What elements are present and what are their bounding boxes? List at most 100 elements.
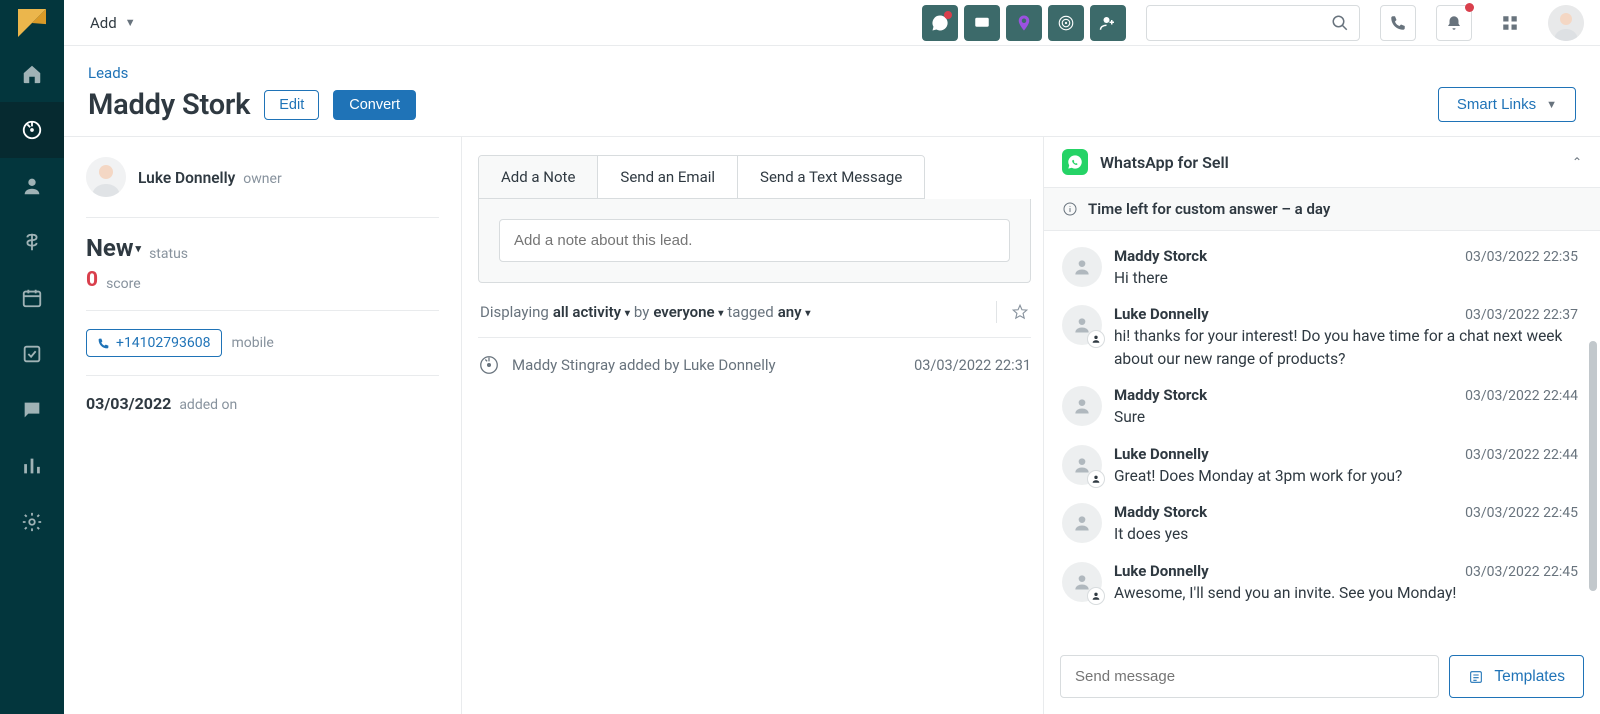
- integration-icons: [922, 5, 1126, 41]
- convert-button[interactable]: Convert: [333, 90, 416, 120]
- owner-avatar: [86, 157, 126, 197]
- message-avatar: [1062, 386, 1102, 426]
- phone-label: mobile: [232, 335, 274, 351]
- target-app-icon[interactable]: [1048, 5, 1084, 41]
- caret-down-icon: ▾: [136, 242, 142, 255]
- activity-filter: Displaying all activity ▾ by everyone ▾ …: [478, 283, 1031, 338]
- note-input[interactable]: [499, 219, 1010, 262]
- search-input[interactable]: [1146, 5, 1360, 41]
- search-icon: [1331, 14, 1349, 32]
- added-label: added on: [179, 397, 237, 413]
- tab-send-sms[interactable]: Send a Text Message: [738, 156, 924, 198]
- activity-row: Maddy Stingray added by Luke Donnelly 03…: [478, 338, 1031, 392]
- compose-tabs: Add a Note Send an Email Send a Text Mes…: [478, 155, 925, 199]
- scrollbar-thumb[interactable]: [1589, 341, 1597, 591]
- chat-message: Luke Donnelly 03/03/2022 22:45 Awesome, I'…: [1044, 554, 1600, 612]
- details-panel: Luke Donnelly owner New▾ status 0 score …: [64, 137, 462, 714]
- add-user-app-icon[interactable]: [1090, 5, 1126, 41]
- templates-button[interactable]: Templates: [1449, 655, 1584, 698]
- chat-message: Maddy Storck03/03/2022 22:45It does yes: [1044, 495, 1600, 553]
- nav-contacts[interactable]: [0, 158, 64, 214]
- message-text: Awesome, I'll send you an invite. See yo…: [1114, 582, 1578, 604]
- top-bar: Add ▼: [64, 0, 1600, 46]
- whatsapp-icon: [1062, 149, 1088, 175]
- phone-number: +14102793608: [116, 335, 211, 351]
- chat-message: Maddy Storck03/03/2022 22:44Sure: [1044, 378, 1600, 436]
- chat-message-input[interactable]: [1060, 655, 1439, 698]
- activity-time: 03/03/2022 22:31: [914, 357, 1031, 374]
- message-time: 03/03/2022 22:37: [1465, 307, 1578, 323]
- message-sender: Luke Donnelly: [1114, 445, 1209, 463]
- chat-app-icon[interactable]: [964, 5, 1000, 41]
- chat-messages: Maddy Storck 03/03/2022 22:35 Hi there Luke…: [1044, 231, 1600, 643]
- page-header: Leads Maddy Stork Edit Convert Smart Lin…: [64, 46, 1600, 137]
- filter-tagged: tagged: [727, 303, 773, 321]
- nav-chat[interactable]: [0, 382, 64, 438]
- nav-leads[interactable]: [0, 102, 64, 158]
- add-button[interactable]: Add ▼: [80, 8, 146, 38]
- status-dropdown[interactable]: New▾: [86, 234, 141, 262]
- filter-activity-dropdown[interactable]: all activity ▾: [553, 303, 630, 321]
- star-icon[interactable]: [1011, 303, 1029, 321]
- template-icon: [1468, 669, 1484, 685]
- status-value: New: [86, 234, 134, 262]
- status-label: status: [149, 246, 188, 262]
- nav-calendar[interactable]: [0, 270, 64, 326]
- divider: [996, 301, 997, 323]
- message-text: hi! thanks for your interest! Do you hav…: [1114, 325, 1578, 370]
- nav-reports[interactable]: [0, 438, 64, 494]
- filter-by: by: [634, 303, 649, 321]
- filter-prefix: Displaying: [480, 303, 549, 321]
- chevron-down-icon: ▼: [1546, 99, 1557, 111]
- filter-tag-dropdown[interactable]: any ▾: [778, 303, 811, 321]
- message-avatar: [1062, 503, 1102, 543]
- location-app-icon[interactable]: [1006, 5, 1042, 41]
- notifications-button[interactable]: [1436, 5, 1472, 41]
- activity-panel: Add a Note Send an Email Send a Text Mes…: [462, 137, 1044, 714]
- message-time: 03/03/2022 22:45: [1465, 564, 1578, 580]
- owner-name: Luke Donnelly: [138, 169, 235, 187]
- lead-name-title: Maddy Stork: [88, 88, 250, 122]
- tab-send-email[interactable]: Send an Email: [598, 156, 738, 198]
- message-text: It does yes: [1114, 523, 1578, 545]
- message-avatar: [1062, 445, 1102, 485]
- message-sender: Maddy Storck: [1114, 503, 1207, 521]
- edit-button[interactable]: Edit: [264, 90, 319, 120]
- tab-add-note[interactable]: Add a Note: [479, 156, 598, 198]
- nav-home[interactable]: [0, 46, 64, 102]
- owner-role: owner: [243, 171, 281, 187]
- score-value: 0: [86, 268, 98, 292]
- add-label: Add: [90, 14, 117, 32]
- chat-message: Luke Donnelly 03/03/2022 22:44 Great! Does…: [1044, 437, 1600, 495]
- score-label: score: [106, 276, 141, 292]
- breadcrumb-leads[interactable]: Leads: [88, 64, 416, 82]
- message-time: 03/03/2022 22:44: [1465, 388, 1578, 404]
- lead-created-icon: [478, 354, 500, 376]
- message-text: Hi there: [1114, 267, 1578, 289]
- message-time: 03/03/2022 22:44: [1465, 447, 1578, 463]
- phone-button[interactable]: [1380, 5, 1416, 41]
- app-logo[interactable]: [0, 0, 64, 46]
- filter-who-dropdown[interactable]: everyone ▾: [653, 303, 723, 321]
- message-sender: Luke Donnelly: [1114, 305, 1209, 323]
- nav-tasks[interactable]: [0, 326, 64, 382]
- apps-grid-button[interactable]: [1492, 5, 1528, 41]
- profile-avatar[interactable]: [1548, 5, 1584, 41]
- message-text: Sure: [1114, 406, 1578, 428]
- message-sender: Luke Donnelly: [1114, 562, 1209, 580]
- nav-deals[interactable]: [0, 214, 64, 270]
- message-sender: Maddy Storck: [1114, 247, 1207, 265]
- nav-settings[interactable]: [0, 494, 64, 550]
- templates-label: Templates: [1494, 668, 1565, 686]
- info-icon: [1062, 201, 1078, 217]
- chevron-down-icon: ▼: [125, 16, 136, 29]
- phone-number-button[interactable]: +14102793608: [86, 329, 222, 357]
- smart-links-button[interactable]: Smart Links ▼: [1438, 87, 1576, 122]
- whatsapp-panel: WhatsApp for Sell ⌃ Time left for custom…: [1044, 137, 1600, 714]
- alert-text: Time left for custom answer – a day: [1088, 200, 1330, 218]
- collapse-panel-button[interactable]: ⌃: [1572, 155, 1582, 169]
- whatsapp-app-icon[interactable]: [922, 5, 958, 41]
- activity-text: Maddy Stingray added by Luke Donnelly: [512, 356, 776, 374]
- message-time: 03/03/2022 22:35: [1465, 249, 1578, 265]
- message-text: Great! Does Monday at 3pm work for you?: [1114, 465, 1578, 487]
